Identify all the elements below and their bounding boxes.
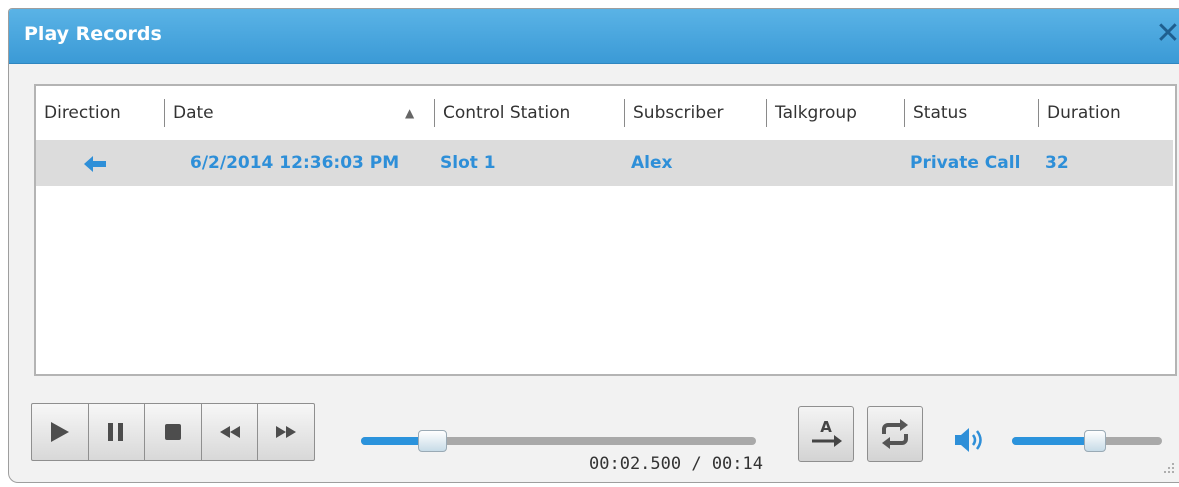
arrow-left-icon — [84, 156, 106, 176]
table-header: Direction Date ▲ Control Station Subscri… — [36, 86, 1173, 136]
svg-text:A: A — [820, 418, 832, 436]
column-header-duration[interactable]: Duration — [1038, 99, 1168, 127]
column-header-control-station[interactable]: Control Station — [434, 99, 624, 127]
repeat-icon — [882, 419, 908, 449]
volume-thumb[interactable] — [1083, 430, 1106, 452]
row-control-station: Slot 1 — [440, 153, 496, 173]
pause-button[interactable] — [89, 404, 146, 460]
pause-icon — [108, 423, 124, 441]
auto-advance-icon: A — [812, 418, 842, 447]
playback-progress-slider[interactable] — [361, 430, 756, 452]
volume-icon[interactable] — [955, 427, 985, 457]
play-records-window: Play Records ✕ Direction Date ▲ Control … — [8, 8, 1179, 483]
fast-forward-icon — [276, 426, 297, 438]
fast-forward-button[interactable] — [258, 404, 314, 460]
playback-controls — [31, 403, 315, 461]
row-subscriber: Alex — [631, 153, 673, 173]
rewind-button[interactable] — [202, 404, 259, 460]
time-display: 00:02.500 / 00:14 — [589, 454, 763, 474]
play-icon — [50, 422, 69, 442]
resize-grip-icon[interactable] — [1163, 459, 1175, 478]
column-header-subscriber[interactable]: Subscriber — [624, 99, 766, 127]
window-title: Play Records — [24, 23, 162, 45]
column-header-date[interactable]: Date — [164, 99, 434, 127]
row-status: Private Call — [910, 153, 1021, 173]
auto-advance-button[interactable]: A — [798, 406, 854, 462]
play-button[interactable] — [32, 404, 89, 460]
row-duration: 32 — [1045, 153, 1069, 173]
sort-ascending-icon: ▲ — [405, 106, 415, 120]
title-bar[interactable]: Play Records ✕ — [9, 9, 1179, 64]
records-table: Direction Date ▲ Control Station Subscri… — [34, 84, 1177, 376]
column-header-status[interactable]: Status — [904, 99, 1038, 127]
stop-button[interactable] — [145, 404, 202, 460]
volume-slider[interactable] — [1012, 430, 1162, 452]
table-row[interactable]: 6/2/2014 12:36:03 PM Slot 1 Alex Private… — [36, 140, 1173, 186]
stop-icon — [164, 424, 181, 440]
column-header-talkgroup[interactable]: Talkgroup — [766, 99, 904, 127]
rewind-icon — [219, 426, 240, 438]
playback-progress-thumb[interactable] — [418, 430, 448, 452]
row-date: 6/2/2014 12:36:03 PM — [190, 153, 400, 173]
volume-fill — [1012, 437, 1095, 445]
column-header-direction[interactable]: Direction — [36, 99, 164, 127]
repeat-button[interactable] — [867, 406, 923, 462]
close-button[interactable]: ✕ — [1153, 17, 1179, 51]
